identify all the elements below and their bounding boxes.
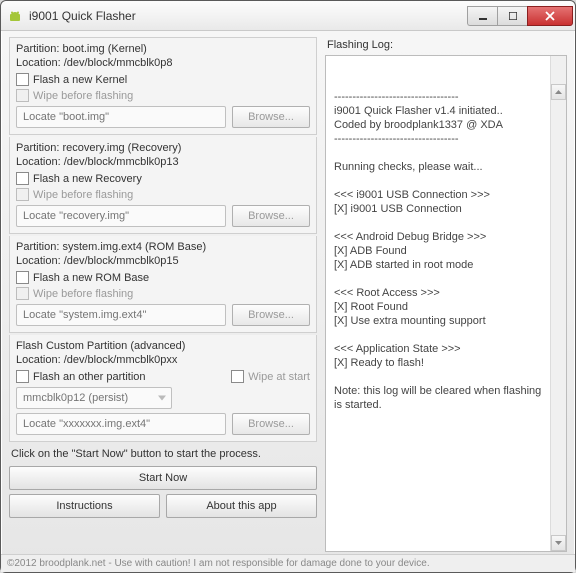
custom-partition-value[interactable] [16,387,172,409]
log-header: Flashing Log: [327,39,567,51]
kernel-location-label: Location: /dev/block/mmcblk0p8 [16,56,310,70]
checkbox-icon[interactable] [16,73,29,86]
about-button[interactable]: About this app [166,494,317,518]
left-pane: Partition: boot.img (Kernel) Location: /… [9,37,317,552]
chevron-down-icon [158,396,166,401]
app-window: i9001 Quick Flasher Partition: boot.img … [0,0,576,573]
window-controls [467,6,573,26]
kernel-partition-label: Partition: boot.img (Kernel) [16,42,310,56]
kernel-flash-checkbox-row[interactable]: Flash a new Kernel [16,73,310,86]
custom-partition-dropdown[interactable] [16,387,172,409]
window-title: i9001 Quick Flasher [29,9,467,23]
system-path-input[interactable] [16,304,226,326]
recovery-partition-label: Partition: recovery.img (Recovery) [16,141,310,155]
custom-browse-button[interactable]: Browse... [232,413,310,435]
custom-location-label: Location: /dev/block/mmcblk0pxx [16,353,310,367]
system-flash-label: Flash a new ROM Base [33,272,149,284]
checkbox-icon [16,188,29,201]
custom-path-input[interactable] [16,413,226,435]
custom-flash-checkbox-row[interactable]: Flash an other partition Wipe at start [16,370,310,383]
custom-partition-label: Flash Custom Partition (advanced) [16,339,310,353]
recovery-flash-checkbox-row[interactable]: Flash a new Recovery [16,172,310,185]
log-textarea[interactable]: ---------------------------------- i9001… [325,55,567,552]
recovery-wipe-label: Wipe before flashing [33,189,133,201]
close-button[interactable] [527,6,573,26]
section-system: Partition: system.img.ext4 (ROM Base) Lo… [9,236,317,333]
section-recovery: Partition: recovery.img (Recovery) Locat… [9,137,317,234]
system-wipe-checkbox-row: Wipe before flashing [16,287,310,300]
kernel-wipe-label: Wipe before flashing [33,90,133,102]
custom-flash-label: Flash an other partition [33,371,146,383]
system-flash-checkbox-row[interactable]: Flash a new ROM Base [16,271,310,284]
scrollbar[interactable] [550,56,566,551]
system-partition-label: Partition: system.img.ext4 (ROM Base) [16,240,310,254]
kernel-browse-button[interactable]: Browse... [232,106,310,128]
maximize-button[interactable] [497,6,527,26]
minimize-button[interactable] [467,6,497,26]
custom-wipe-label: Wipe at start [248,371,310,383]
recovery-flash-label: Flash a new Recovery [33,173,142,185]
scroll-down-icon[interactable] [551,535,566,551]
section-kernel: Partition: boot.img (Kernel) Location: /… [9,37,317,135]
instructions-button[interactable]: Instructions [9,494,160,518]
checkbox-icon [16,287,29,300]
status-bar: ©2012 broodplank.net - Use with caution!… [1,554,575,572]
section-custom: Flash Custom Partition (advanced) Locati… [9,335,317,442]
checkbox-icon[interactable] [16,172,29,185]
client-area: Partition: boot.img (Kernel) Location: /… [1,31,575,554]
recovery-browse-button[interactable]: Browse... [232,205,310,227]
kernel-wipe-checkbox-row: Wipe before flashing [16,89,310,102]
titlebar[interactable]: i9001 Quick Flasher [1,1,575,31]
checkbox-icon[interactable] [16,370,29,383]
custom-wipe-checkbox-row: Wipe at start [231,370,310,383]
android-icon [7,8,23,24]
recovery-location-label: Location: /dev/block/mmcblk0p13 [16,155,310,169]
system-location-label: Location: /dev/block/mmcblk0p15 [16,254,310,268]
start-button[interactable]: Start Now [9,466,317,490]
system-wipe-label: Wipe before flashing [33,288,133,300]
log-content: ---------------------------------- i9001… [334,90,558,412]
kernel-flash-label: Flash a new Kernel [33,74,127,86]
recovery-wipe-checkbox-row: Wipe before flashing [16,188,310,201]
start-note: Click on the "Start Now" button to start… [11,448,317,460]
checkbox-icon[interactable] [16,271,29,284]
checkbox-icon [231,370,244,383]
kernel-path-input[interactable] [16,106,226,128]
checkbox-icon [16,89,29,102]
scroll-up-icon[interactable] [551,84,566,100]
recovery-path-input[interactable] [16,205,226,227]
system-browse-button[interactable]: Browse... [232,304,310,326]
right-pane: Flashing Log: --------------------------… [325,37,567,552]
